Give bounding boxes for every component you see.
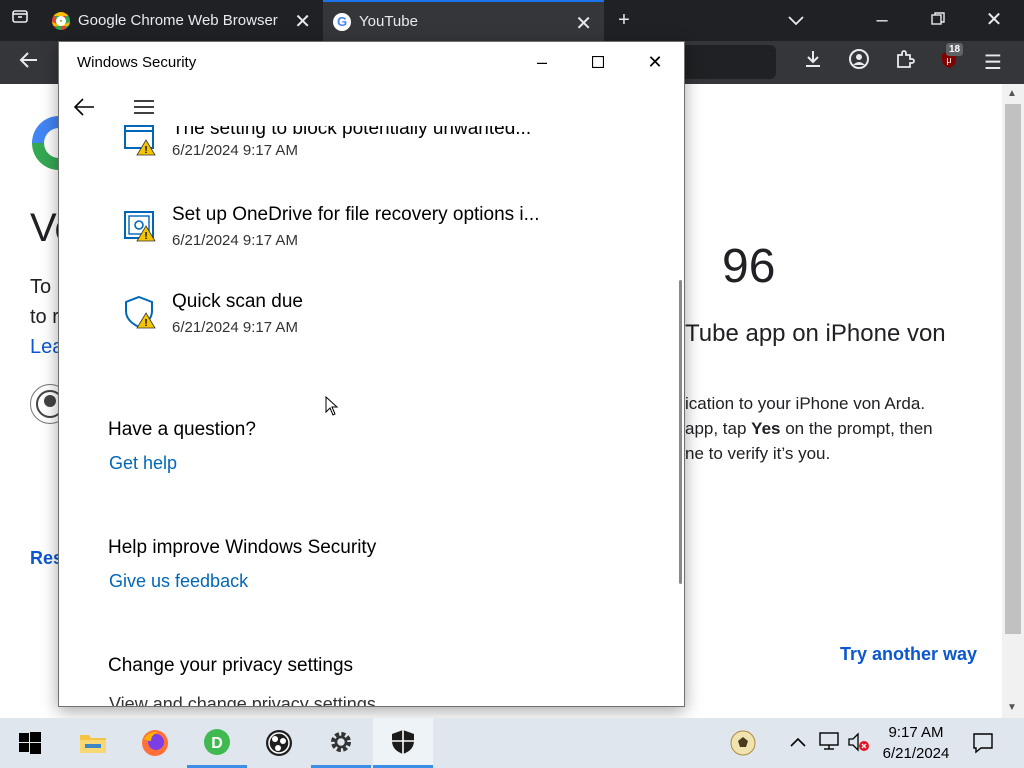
verification-number: 96 [722,240,776,293]
chrome-favicon-icon [52,11,70,30]
notification-date: 6/21/2024 9:17 AM [172,142,298,159]
notification-title: Quick scan due [172,291,303,312]
scrollbar-thumb[interactable] [679,280,682,584]
instruction-line: ne to verify it’s you. [685,444,831,463]
page-text: To [30,276,52,298]
svg-text:D: D [211,735,223,752]
restore-icon[interactable] [924,6,952,34]
close-window-icon[interactable]: ✕ [980,6,1008,34]
extension-badge: 18 [946,43,964,56]
get-help-link[interactable]: Get help [109,453,177,474]
give-feedback-link[interactable]: Give us feedback [109,571,248,592]
scrollbar-thumb[interactable] [1005,104,1021,634]
action-center-icon[interactable] [972,732,994,759]
notification-title: Set up OneDrive for file recovery option… [172,204,540,225]
hamburger-menu-icon[interactable] [133,100,155,116]
clock-date: 6/21/2024 [882,745,950,762]
page-text: to r [30,306,59,328]
clock-time: 9:17 AM [888,724,944,741]
windows-security-shield-icon[interactable] [373,718,433,768]
settings-gear-icon[interactable] [311,718,371,768]
close-tab-icon[interactable]: ✕ [575,11,592,36]
window-title: Windows Security [77,54,197,71]
tab-search-icon[interactable] [6,6,34,34]
download-icon[interactable] [798,48,828,78]
windows-security-window: Windows Security – ✕ ! The setting to bl… [58,41,685,707]
close-tab-icon[interactable]: ✕ [294,9,311,34]
profile-icon[interactable] [844,48,874,78]
instruction-line: app, tap Yes on the prompt, then [685,419,933,438]
app-browser-warning-icon: ! [123,122,157,156]
try-another-way-link[interactable]: Try another way [840,644,977,665]
menu-hamburger-icon[interactable]: ☰ [978,48,1008,78]
system-clock[interactable]: 9:17 AM 6/21/2024 [872,722,960,764]
minimize-icon[interactable]: – [527,50,557,74]
question-heading: Have a question? [108,419,256,440]
tab-youtube[interactable]: G YouTube ✕ [323,0,604,41]
privacy-settings-link[interactable]: View and change privacy settings [109,694,376,706]
notification-title: The setting to block potentially unwante… [172,118,532,139]
mouse-cursor-icon [325,395,339,421]
ransomware-warning-icon: ! [123,208,157,242]
chevron-up-icon[interactable] [790,734,806,752]
back-arrow-icon[interactable] [14,48,44,78]
firefox-icon[interactable] [125,718,185,768]
instruction-line: ication to your iPhone von Arda. [685,394,926,413]
obs-studio-icon[interactable] [249,718,309,768]
shield-warning-icon: ! [123,295,157,329]
new-tab-icon[interactable]: + [610,6,638,34]
google-favicon-icon: G [333,12,351,31]
tab-google-chrome[interactable]: Google Chrome Web Browser ✕ [42,0,323,41]
dashlane-app-icon[interactable]: D [187,718,247,768]
chevron-down-icon[interactable] [782,6,810,34]
privacy-heading: Change your privacy settings [108,655,354,676]
file-explorer-icon[interactable] [63,718,123,768]
back-arrow-icon[interactable] [73,98,97,118]
minimize-icon[interactable]: – [868,6,896,34]
svg-text:!: ! [144,318,147,329]
tab-title: YouTube [359,13,418,30]
improve-heading: Help improve Windows Security [108,537,377,558]
tab-title: Google Chrome Web Browser [78,12,278,29]
taskbar: D 9:17 AM 6/21/2024 [0,718,1024,768]
volume-muted-icon[interactable] [848,732,870,757]
extensions-puzzle-icon[interactable] [890,48,920,78]
device-title: Tube app on iPhone von [685,320,946,347]
network-icon[interactable] [818,732,840,755]
svg-text:!: ! [144,145,147,156]
close-icon[interactable]: ✕ [640,50,670,74]
notification-date: 6/21/2024 9:17 AM [172,232,298,249]
maximize-icon[interactable] [583,50,613,74]
browser-tab-strip: Google Chrome Web Browser ✕ G YouTube ✕ … [0,0,1024,41]
svg-text:!: ! [144,231,147,242]
start-windows-icon[interactable] [0,718,60,768]
notification-date: 6/21/2024 9:17 AM [172,319,298,336]
weather-ball-icon[interactable] [730,730,756,761]
svg-text:μ: μ [946,55,951,65]
page-scrollbar[interactable]: ▲ ▼ [1002,84,1024,718]
